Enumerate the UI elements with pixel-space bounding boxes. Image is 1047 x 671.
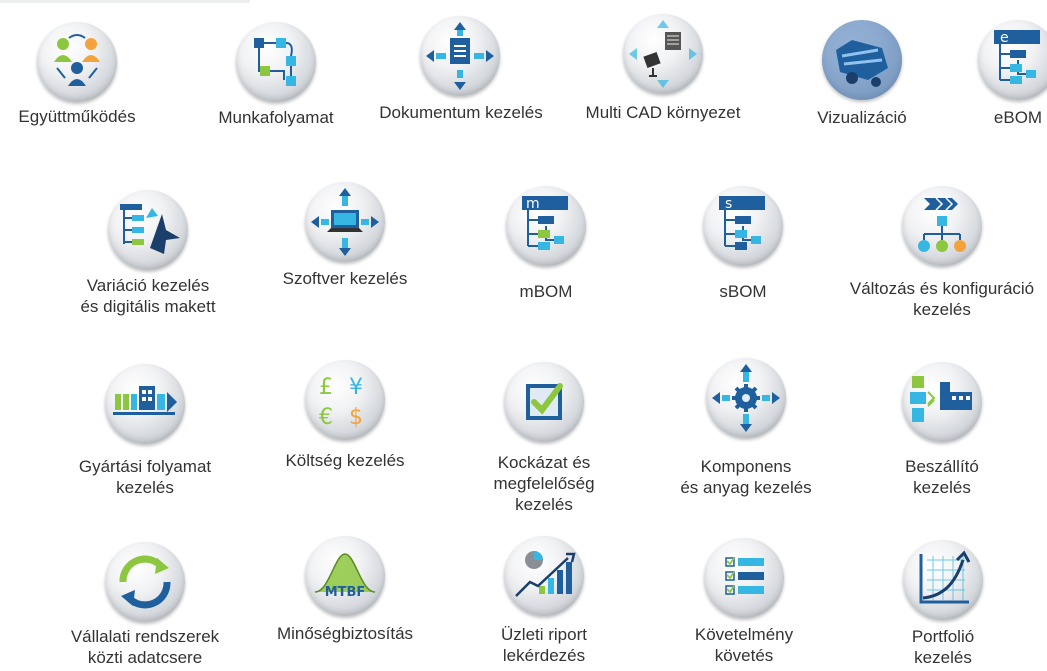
risk-compliance-icon [504, 362, 584, 442]
software-management-icon [305, 182, 385, 262]
variation-mockup-icon [108, 190, 188, 270]
item-label: Portfolió kezelés [911, 627, 975, 667]
item-label: Variáció kezelés és digitális makett [80, 276, 216, 316]
yen-symbol: ¥ [349, 375, 363, 400]
cost-management-icon: £ ¥ € $ [305, 360, 385, 440]
document-management-icon [420, 16, 500, 96]
collaboration-icon [37, 22, 117, 102]
item-label: Vállalati rendszerek közti adatcsere [70, 627, 220, 667]
item-label: Kockázat és megfelelőség kezelés [493, 453, 595, 514]
pound-symbol: £ [319, 375, 333, 400]
item-label: Dokumentum kezelés [379, 103, 543, 122]
euro-symbol: € [319, 405, 333, 430]
item-label: Beszállító kezelés [905, 457, 979, 497]
mbom-icon: m [506, 186, 586, 266]
supplier-management-icon [902, 362, 982, 442]
business-report-icon [504, 536, 584, 616]
item-label: sBOM [719, 282, 767, 301]
ebom-icon: e [978, 20, 1047, 100]
mbom-letter: m [526, 196, 540, 212]
item-label: Együttműködés [18, 107, 136, 126]
item-label: eBOM [993, 108, 1043, 127]
portfolio-management-icon [903, 540, 983, 620]
item-label: Követelmény követés [694, 625, 794, 665]
mtbf-label: MTBF [325, 585, 366, 600]
item-label: Komponens és anyag kezelés [680, 457, 812, 497]
manufacturing-process-icon [105, 364, 185, 444]
quality-assurance-icon: MTBF [305, 536, 385, 616]
item-label: mBOM [519, 282, 573, 301]
item-label: Minőségbiztosítás [276, 624, 414, 643]
component-material-icon [706, 358, 786, 438]
ebom-letter: e [1000, 30, 1009, 46]
item-label: Üzleti riport lekérdezés [501, 625, 587, 665]
item-label: Költség kezelés [285, 451, 405, 470]
multi-cad-icon [623, 14, 703, 94]
top-left-divider [0, 0, 250, 3]
sbom-letter: s [725, 196, 732, 212]
workflow-icon [236, 22, 316, 102]
enterprise-integration-icon [105, 542, 185, 622]
item-label: Munkafolyamat [218, 108, 334, 127]
sbom-icon: s [703, 186, 783, 266]
requirements-tracking-icon [704, 538, 784, 618]
dollar-symbol: $ [349, 405, 363, 430]
change-configuration-icon [902, 186, 982, 266]
visualization-icon [822, 20, 902, 100]
item-label: Szoftver kezelés [282, 269, 408, 288]
item-label: Gyártási folyamat kezelés [78, 457, 212, 497]
item-label: Változás és konfiguráció kezelés [849, 279, 1035, 319]
item-label: Multi CAD környezet [585, 103, 741, 122]
